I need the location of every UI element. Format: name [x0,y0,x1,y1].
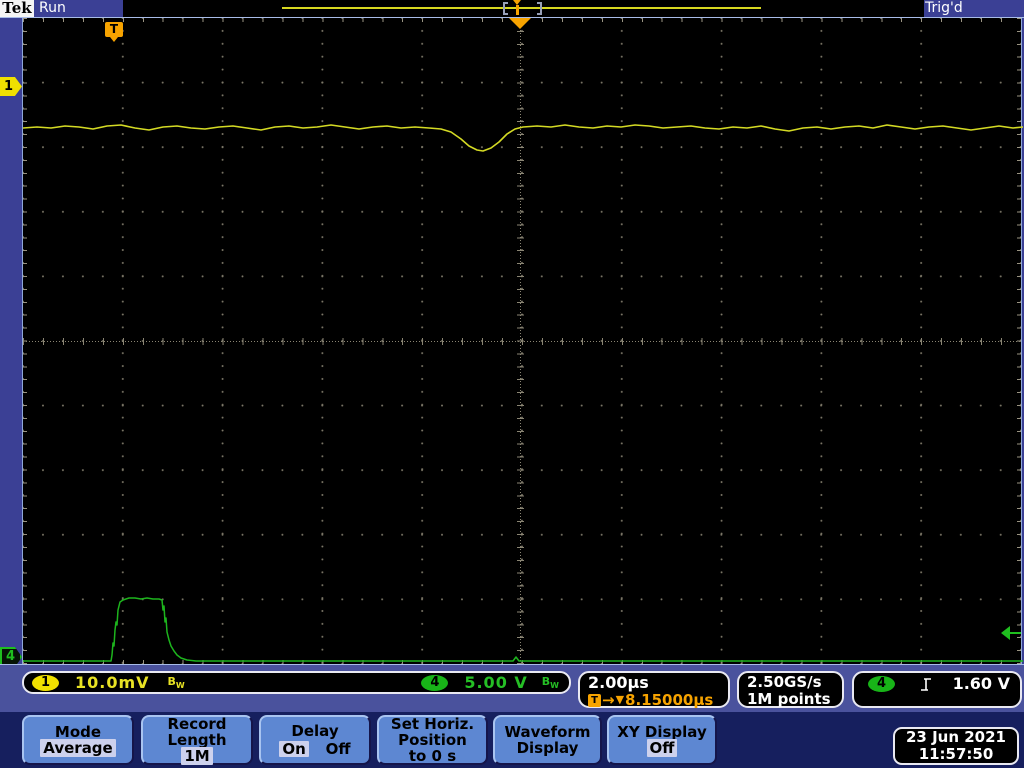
record-view-trigger-bar [516,5,519,15]
readout-strip: 1 10.0mV BW 4 5.00 V BW 2.00µs T → ▼ 8.1500… [0,665,1024,712]
trace-ch1 [23,124,1023,152]
acquisition-status: Run [39,0,66,16]
xy-display-label: XY Display [617,723,707,741]
record-length-readout: 1M points [747,690,831,708]
ch1-badge: 1 [32,674,59,691]
trace-ch4 [23,597,1023,662]
trigger-readout-box: 4 1.60 V [852,671,1022,708]
waveform-traces [23,124,1023,662]
horizontal-position-marker-icon[interactable] [509,18,531,29]
acquisition-readout-box: 2.50GS/s 1M points [737,671,844,708]
trigger-symbol-icon: T [588,693,601,707]
record-length-label-2: Length [167,731,227,749]
trigger-level-readout: 1.60 V [952,674,1010,693]
waveform-display-label-2: Display [516,739,579,757]
bottom-menu-bar: Mode Average Record Length 1M Delay On O… [0,712,1024,768]
menu-button-mode[interactable]: Mode Average [22,715,134,765]
top-status-bar: Tek Run Trig'd [0,0,1024,17]
menu-button-set-horiz-position[interactable]: Set Horiz. Position to 0 s [377,715,488,765]
timebase-readout: 2.00µs [588,673,649,692]
menu-button-delay[interactable]: Delay On Off [259,715,371,765]
delay-on-option[interactable]: On [279,741,309,757]
record-view-window-bracket-right[interactable] [537,2,542,15]
channel-readout-box: 1 10.0mV BW 4 5.00 V BW [22,671,571,694]
delay-value: 8.15000µs [625,691,714,709]
graticule: T [22,18,1023,664]
record-length-value: 1M [181,747,213,765]
delay-readout: T → ▼ 8.15000µs [588,692,728,708]
menu-button-waveform-display[interactable]: Waveform Display [493,715,602,765]
mode-value: Average [40,739,116,757]
ch4-bandwidth-icon: BW [541,674,559,691]
oscilloscope-screen: Tek Run Trig'd T 1 4 1 10.0mV BW 4 5.00 … [0,0,1024,768]
rising-edge-icon [919,676,933,697]
ch1-scale: 10.0mV [75,673,150,692]
mode-label: Mode [54,723,102,741]
set-horiz-label-3: to 0 s [408,747,457,765]
menu-button-xy-display[interactable]: XY Display Off [607,715,717,765]
delay-off-option[interactable]: Off [326,741,351,757]
record-view-bar[interactable] [123,0,924,17]
set-horiz-label-2: Position [398,731,467,749]
delay-label: Delay [291,722,339,740]
tek-logo: Tek [0,0,34,17]
trigger-point-flag-icon[interactable]: T [105,22,123,42]
menu-button-record-length[interactable]: Record Length 1M [141,715,253,765]
trigger-level-arrow-icon[interactable] [1001,626,1021,640]
record-length-label-1: Record [167,715,227,733]
ch1-ground-marker[interactable]: 1 [0,77,22,96]
ch4-scale: 5.00 V [464,673,528,692]
datetime-box: 23 Jun 2021 11:57:50 [893,727,1019,765]
record-view-waveform-line [282,7,761,9]
ch4-badge: 4 [421,674,449,691]
waveform-display-label-1: Waveform [504,723,591,741]
horizontal-readout-box: 2.00µs T → ▼ 8.15000µs [578,671,730,708]
set-horiz-label-1: Set Horiz. [390,715,475,733]
delay-arrow-icon: → [602,691,615,709]
trigger-source-badge: 4 [868,676,895,692]
delay-marker-icon: ▼ [615,693,625,706]
trigger-level-arrow-stem [1008,632,1021,634]
date-label: 23 Jun 2021 [905,728,1006,746]
xy-display-value: Off [646,739,678,757]
ch1-bandwidth-icon: BW [167,674,185,691]
record-view-window-bracket-left[interactable] [503,2,508,15]
sample-rate-readout: 2.50GS/s [747,673,822,691]
time-label: 11:57:50 [918,745,994,763]
trigger-status: Trig'd [925,0,963,16]
